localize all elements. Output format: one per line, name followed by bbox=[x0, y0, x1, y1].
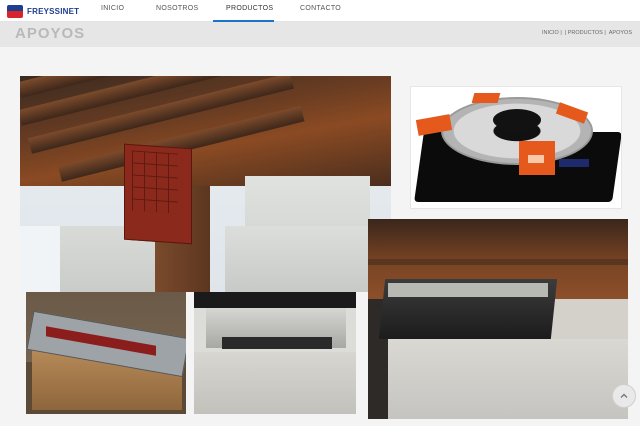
installed-bearing-photo[interactable] bbox=[194, 292, 356, 414]
page-title-band: APOYOS INICIO | | PRODUCTOS | APOYOS bbox=[0, 22, 640, 47]
logo-mark-icon bbox=[7, 4, 23, 18]
nav-item-contacto[interactable]: CONTACTO bbox=[300, 5, 341, 12]
pot-bearing-product-photo[interactable] bbox=[410, 86, 622, 209]
breadcrumb: INICIO | | PRODUCTOS | APOYOS bbox=[542, 30, 632, 36]
chevron-up-icon bbox=[620, 393, 628, 398]
nav-item-nosotros[interactable]: NOSOTROS bbox=[156, 5, 198, 12]
top-navigation-bar: FREYSSINET INICIO NOSOTROS PRODUCTOS CON… bbox=[0, 0, 640, 22]
girder-bearing-photo[interactable] bbox=[368, 219, 628, 419]
page-title: APOYOS bbox=[15, 25, 86, 42]
breadcrumb-productos[interactable]: | PRODUCTOS | bbox=[565, 30, 606, 36]
bridge-bearing-photo[interactable] bbox=[20, 76, 391, 292]
nav-item-productos[interactable]: PRODUCTOS bbox=[226, 5, 273, 12]
logo-text: FREYSSINET bbox=[27, 6, 80, 16]
scroll-to-top-button[interactable] bbox=[612, 384, 636, 408]
breadcrumb-apoyos: APOYOS bbox=[608, 30, 632, 36]
breadcrumb-inicio[interactable]: INICIO | bbox=[542, 30, 562, 36]
nav-item-inicio[interactable]: INICIO bbox=[101, 5, 124, 12]
freyssinet-logo[interactable]: FREYSSINET bbox=[7, 4, 79, 18]
bearing-crate-photo[interactable] bbox=[26, 292, 186, 414]
